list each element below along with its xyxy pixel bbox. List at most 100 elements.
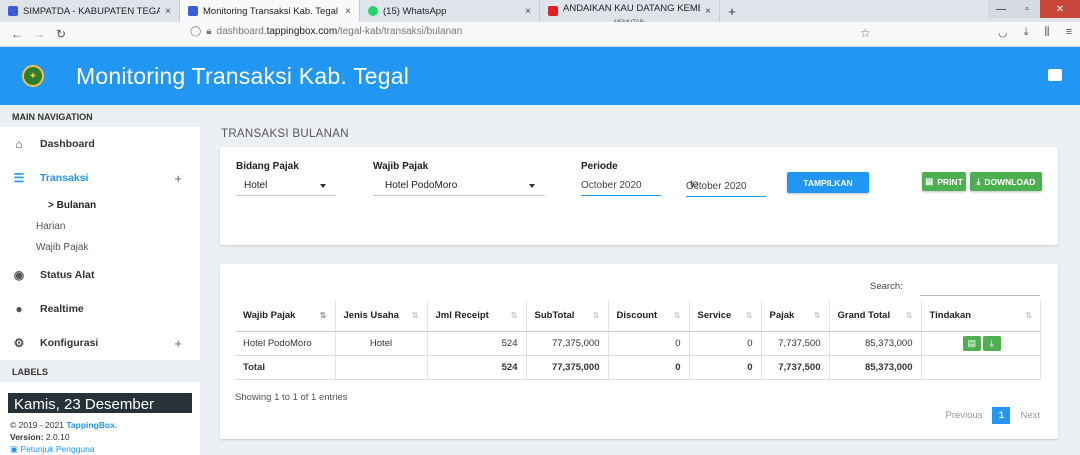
lock-icon: 🔒︎ (206, 26, 212, 37)
tappingbox-link[interactable]: TappingBox. (66, 420, 117, 430)
print-button[interactable]: ▤ PRINT (922, 172, 966, 191)
tab-close-icon[interactable]: × (345, 6, 351, 17)
sidebar-item-status-alat[interactable]: ◉ Status Alat (0, 258, 200, 292)
labels-header: LABELS (0, 360, 200, 382)
search-input[interactable] (920, 295, 1040, 296)
col-grand-total[interactable]: Grand Total ⇅ (829, 301, 922, 332)
sidebar-item-konfigurasi[interactable]: ⚙ Konfigurasi + (0, 326, 200, 360)
minimize-icon[interactable]: — (988, 0, 1014, 18)
cell-grand-total: 85,373,000 (829, 331, 922, 356)
periode-to-field: October 2020 (686, 161, 766, 197)
col-discount[interactable]: Discount ⇅ (608, 301, 690, 332)
tab-close-icon[interactable]: × (525, 6, 531, 17)
sidebar-item-label: Konfigurasi (40, 337, 99, 349)
date-banner: Kamis, 23 Desember (8, 393, 192, 413)
user-guide-link[interactable]: ▣ Petunjuk Pengguna (10, 443, 117, 455)
table-info: Showing 1 to 1 of 1 entries (235, 392, 348, 403)
col-tindakan[interactable]: Tindakan ⇅ (921, 301, 1041, 332)
col-jenis-usaha[interactable]: Jenis Usaha ⇅ (335, 301, 428, 332)
bidang-pajak-label: Bidang Pajak (236, 161, 299, 172)
sidebar-item-label: Transaksi (40, 172, 89, 184)
menu-icon[interactable]: ≡ (1066, 26, 1072, 39)
app-header: ✦ Monitoring Transaksi Kab. Tegal (0, 47, 1080, 105)
sidebar-item-dashboard[interactable]: ⌂ Dashboard (0, 127, 200, 161)
bidang-pajak-select[interactable]: Hotel (236, 178, 336, 196)
col-jml-receipt[interactable]: Jml Receipt ⇅ (427, 301, 527, 332)
download-button[interactable]: ⤓ DOWNLOAD (970, 172, 1042, 191)
col-subtotal[interactable]: SubTotal ⇅ (526, 301, 609, 332)
wajib-pajak-field: Wajib Pajak Hotel PodoMoro (373, 161, 545, 196)
cell-jml-receipt: 524 (427, 331, 527, 356)
forward-icon[interactable]: → (28, 27, 50, 41)
transaksi-table: Wajib Pajak ⇅ Jenis Usaha ⇅ Jml Receipt ⇅ S… (235, 301, 1041, 380)
page-title: TRANSAKSI BULANAN (221, 128, 349, 140)
table-total-row: Total 524 77,375,000 0 0 7,737,500 85,37… (235, 355, 1041, 380)
sidebar-subitem-bulanan[interactable]: > Bulanan (0, 195, 200, 216)
sidebar-item-label: Realtime (40, 303, 84, 315)
list-icon: ☰ (13, 171, 25, 185)
browser-tab-simpatda[interactable]: SIMPATDA - KABUPATEN TEGAL × (0, 0, 180, 22)
browser-nav-bar: ← → ↻ ◯ 🔒︎ dashboard.tappingbox.com/tega… (0, 22, 1080, 47)
total-discount: 0 (608, 355, 690, 380)
bookmark-star-icon[interactable]: ☆ (860, 26, 871, 40)
reload-icon[interactable]: ↻ (50, 27, 72, 41)
library-icon[interactable]: ⫼ (1045, 26, 1050, 39)
col-service[interactable]: Service ⇅ (689, 301, 762, 332)
browser-tab-whatsapp[interactable]: (15) WhatsApp × (360, 0, 540, 22)
col-pajak[interactable]: Pajak ⇅ (761, 301, 830, 332)
col-wajib-pajak[interactable]: Wajib Pajak ⇅ (235, 301, 336, 332)
back-icon[interactable]: ← (6, 27, 28, 41)
result-card: Search: Wajib Pajak ⇅ Jenis Usaha ⇅ Jml Re… (220, 264, 1058, 439)
sidebar: MAIN NAVIGATION ⌂ Dashboard ☰ Transaksi … (0, 105, 200, 455)
sidebar-subitem-wajib-pajak[interactable]: Wajib Pajak (0, 237, 200, 258)
browser-toolbar-icons: ◡ ⤓ ⫼ ≡ (998, 26, 1072, 39)
sidebar-item-transaksi[interactable]: ☰ Transaksi + (0, 161, 200, 195)
browser-tab-monitoring[interactable]: Monitoring Transaksi Kab. Tegal × (180, 0, 360, 22)
periode-to-input[interactable]: October 2020 (686, 179, 766, 197)
kabupaten-logo: ✦ (22, 65, 44, 87)
window-controls: — ▫ ✕ (988, 0, 1080, 18)
copyright: © 2019 - 2021 TappingBox. (10, 420, 118, 430)
table-header-row: Wajib Pajak ⇅ Jenis Usaha ⇅ Jml Receipt ⇅ S… (235, 301, 1041, 332)
total-service: 0 (689, 355, 762, 380)
chevron-down-icon (529, 184, 535, 188)
expand-plus-icon: + (174, 335, 182, 351)
download-icon: ⤓ (989, 337, 994, 348)
window-close-icon[interactable]: ✕ (1040, 0, 1080, 18)
pocket-icon[interactable]: ◡ (998, 26, 1008, 39)
tab-close-icon[interactable]: × (165, 6, 171, 17)
total-grand-total: 85,373,000 (829, 355, 922, 380)
tampilkan-button[interactable]: TAMPILKAN (787, 172, 869, 193)
sidebar-subitem-harian[interactable]: Harian (0, 216, 200, 237)
shield-favicon-icon (188, 6, 198, 16)
total-subtotal: 77,375,000 (526, 355, 609, 380)
pagination-next[interactable]: Next (1020, 410, 1040, 421)
downloads-icon[interactable]: ⤓ (1024, 26, 1029, 39)
cell-service: 0 (689, 331, 762, 356)
periode-from-input[interactable]: October 2020 (581, 178, 661, 196)
cell-discount: 0 (608, 331, 690, 356)
wajib-pajak-select[interactable]: Hotel PodoMoro (373, 178, 545, 196)
pagination-page-1[interactable]: 1 (992, 407, 1011, 424)
browser-tab-bar: SIMPATDA - KABUPATEN TEGAL × Monitoring … (0, 0, 1080, 26)
table-row: Hotel PodoMoro Hotel 524 77,375,000 0 0 … (235, 331, 1041, 356)
pagination-previous[interactable]: Previous (945, 410, 982, 421)
main-navigation-header: MAIN NAVIGATION (0, 105, 200, 127)
row-download-button[interactable]: ⤓ (982, 335, 1001, 351)
browser-tab-youtube[interactable]: ANDAIKAN KAU DATANG KEMBALI MEMUTAR × (540, 0, 720, 26)
new-tab-button[interactable]: + (720, 0, 744, 22)
row-print-button[interactable]: ▤ (962, 335, 981, 351)
cell-subtotal: 77,375,000 (526, 331, 609, 356)
address-bar[interactable]: ◯ 🔒︎ dashboard.tappingbox.com/tegal-kab/… (190, 26, 462, 37)
whatsapp-icon (368, 6, 378, 16)
bidang-pajak-field: Bidang Pajak Hotel (236, 161, 336, 196)
total-pajak: 7,737,500 (761, 355, 830, 380)
version: Version: 2.0.10 (10, 432, 70, 442)
broadcast-icon: ◉ (13, 268, 25, 282)
maximize-icon[interactable]: ▫ (1014, 0, 1040, 18)
tab-close-icon[interactable]: × (705, 6, 711, 17)
gear-icon: ⚙ (13, 336, 25, 350)
user-card-icon[interactable] (1048, 69, 1062, 81)
search-label: Search: (870, 281, 903, 292)
sidebar-item-realtime[interactable]: ● Realtime (0, 292, 200, 326)
